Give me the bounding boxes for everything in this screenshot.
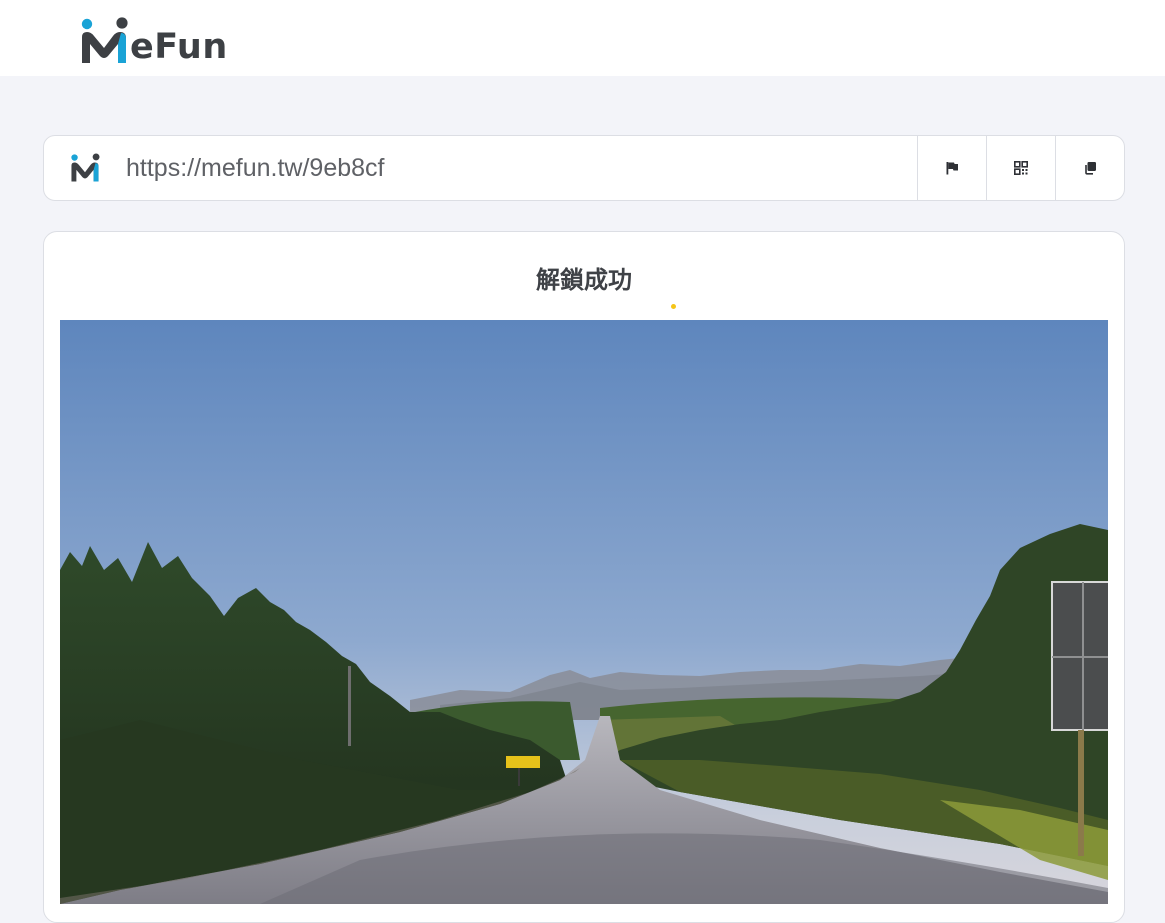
logo-text: eFun	[130, 27, 228, 67]
report-button[interactable]	[917, 136, 986, 200]
short-url-bar: https://mefun.tw/9eb8cf	[43, 135, 1125, 201]
copy-icon	[1085, 162, 1096, 175]
logo-mark-icon	[81, 17, 128, 63]
road-landscape-photo[interactable]	[60, 320, 1108, 904]
short-url-text[interactable]: https://mefun.tw/9eb8cf	[126, 136, 917, 200]
mefun-favicon	[44, 136, 126, 200]
qr-code-icon	[1014, 161, 1028, 175]
mefun-logo[interactable]: eFun	[78, 17, 228, 65]
card-title: 解鎖成功	[536, 266, 632, 294]
unlock-result-card: 解鎖成功	[43, 231, 1125, 923]
flag-icon	[946, 162, 958, 175]
qrcode-button[interactable]	[986, 136, 1055, 200]
mefun-mark-icon	[71, 153, 100, 182]
loading-dot	[671, 304, 676, 309]
top-header: eFun	[0, 0, 1165, 76]
copy-button[interactable]	[1055, 136, 1124, 200]
